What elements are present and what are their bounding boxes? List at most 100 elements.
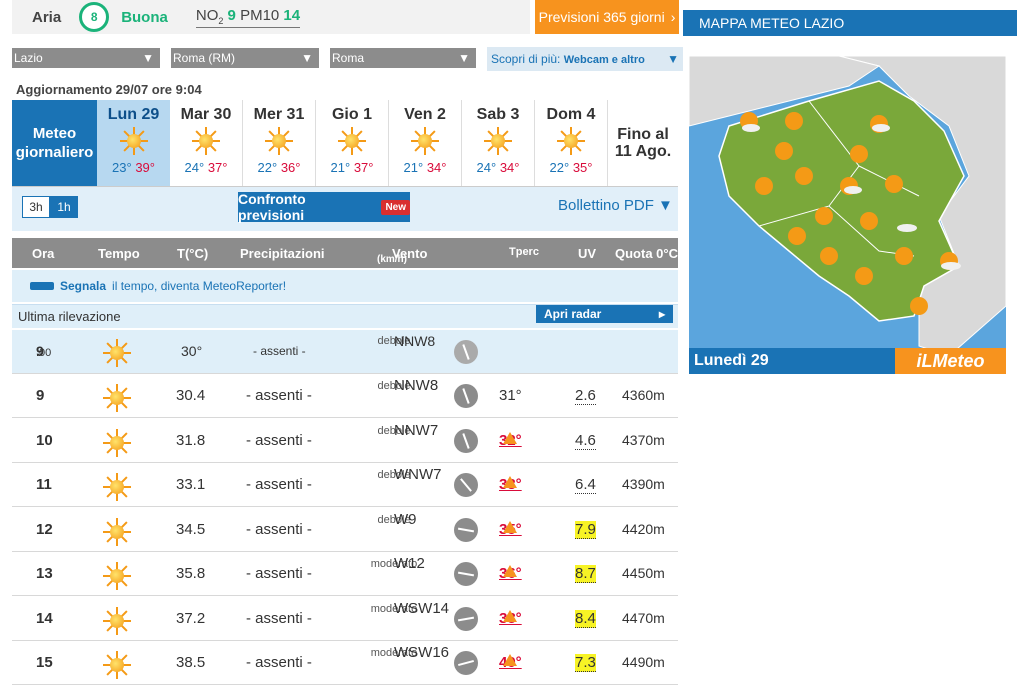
open-radar-button[interactable]: Apri radar ▸	[536, 305, 673, 323]
sunny-icon	[191, 126, 221, 156]
row-wind-value: NNW7	[394, 421, 439, 439]
pm10-value: 14	[283, 6, 301, 24]
wind-direction-icon	[454, 517, 478, 542]
city-select[interactable]: Roma ▼	[330, 48, 476, 68]
row-precip: - assenti -	[246, 431, 312, 449]
step-3h-button[interactable]: 3h	[22, 196, 50, 218]
extended-line-2: 11 Ago.	[614, 143, 672, 160]
temp-min: 22°	[257, 160, 278, 175]
sunny-icon	[102, 383, 132, 413]
col-wind: Vento (km/h)	[377, 240, 427, 266]
temp-min: 22°	[549, 160, 570, 175]
map-title: MAPPA METEO LAZIO	[683, 10, 1017, 36]
col-temp: T(°C)	[177, 246, 209, 261]
row-quota: 4390m	[622, 476, 665, 492]
lazio-weather-map[interactable]	[689, 56, 1006, 374]
col-precip: Precipitazioni	[240, 246, 325, 261]
day-card[interactable]: Sab 3 24° 34°	[462, 100, 535, 186]
warning-icon	[503, 609, 517, 622]
hourly-row: 12 34.5 - assenti - W9 debole 35° 7.9 442…	[12, 508, 678, 552]
compare-forecasts-button[interactable]: Confronto previsioni New	[238, 191, 410, 223]
row-wind: NNW8 debole	[362, 378, 438, 393]
air-index-badge: 8	[79, 2, 110, 32]
discover-more-select[interactable]: Scopri di più: Webcam e altro ▼	[487, 47, 683, 71]
col-ora: Ora	[32, 246, 55, 261]
day-card[interactable]: Mer 31 22° 36°	[243, 100, 316, 186]
row-temp: 31.8	[176, 431, 206, 449]
daily-tab[interactable]: Meteo giornaliero	[12, 100, 97, 186]
day-name: Gio 1	[331, 106, 372, 123]
sunny-icon	[102, 428, 132, 458]
sunny-icon	[119, 126, 149, 156]
row-wind: NNW7 debole	[362, 423, 438, 438]
dropdown-arrow-icon: ▼	[667, 52, 679, 66]
row-hour: 13	[36, 565, 53, 582]
sunny-icon	[102, 561, 132, 591]
day-card[interactable]: Gio 1 21° 37°	[316, 100, 389, 186]
pollutants-link[interactable]: NO2 9 PM10 14	[195, 6, 301, 28]
temp-min: 24°	[184, 160, 205, 175]
daily-forecast-strip: Meteo giornaliero Lun 29 23° 39° Mar 30 24…	[12, 100, 678, 187]
daily-label-1: Meteo	[32, 125, 77, 142]
col-tperc: Tperc	[509, 246, 539, 258]
report-bold: Segnala	[60, 279, 107, 293]
row-uv[interactable]: 8.7	[575, 565, 596, 583]
day-card[interactable]: Ven 2 21° 34°	[389, 100, 462, 186]
row-uv[interactable]: 4.6	[575, 432, 596, 450]
sunny-icon	[102, 338, 132, 368]
row-uv[interactable]: 7.3	[575, 654, 596, 672]
extended-forecast-link[interactable]: Fino al 11 Ago.	[608, 100, 678, 186]
col-tempo: Tempo	[98, 246, 140, 261]
hourly-row: 10 31.8 - assenti - NNW7 debole 32° 4.6 4…	[12, 419, 678, 463]
sunny-icon	[483, 126, 513, 156]
hourly-table-header: Ora Tempo T(°C) Precipitazioni Vento (km/…	[12, 238, 678, 268]
region-select[interactable]: Lazio ▼	[12, 48, 160, 68]
days-list: Lun 29 23° 39° Mar 30 24° 37° Mer 31 22° 3…	[97, 100, 608, 186]
discover-label: Scopri di più:	[491, 52, 561, 66]
sunny-icon	[410, 126, 440, 156]
row-uv[interactable]: 8.4	[575, 609, 596, 628]
wind-direction-icon	[454, 562, 478, 586]
temp-max: 37°	[353, 160, 374, 175]
report-weather-link[interactable]: Segnala il tempo, diventa MeteoReporter!	[12, 270, 678, 302]
wind-direction-icon	[454, 384, 478, 408]
day-name: Ven 2	[404, 106, 446, 123]
new-badge: New	[381, 199, 410, 215]
row-uv[interactable]: 6.4	[575, 476, 596, 494]
row-hour: 9	[36, 387, 45, 404]
row-wind-value: WNW7	[394, 466, 442, 483]
row-uv[interactable]: 2.6	[575, 387, 596, 405]
compare-label: Confronto previsioni	[238, 191, 306, 223]
row-hour: 11	[36, 476, 52, 493]
day-card[interactable]: Lun 29 23° 39°	[97, 100, 170, 186]
forecast-365-label: Previsioni 365 giorni	[538, 9, 665, 25]
province-select[interactable]: Roma (RM) ▼	[171, 48, 319, 68]
current-hour: 9:00	[36, 343, 51, 359]
row-quota: 4360m	[622, 387, 665, 403]
step-1h-button[interactable]: 1h	[50, 196, 78, 218]
row-hour: 14	[36, 609, 53, 627]
sunny-icon	[102, 517, 132, 547]
row-quota: 4420m	[622, 520, 665, 537]
row-wind-value: WSW14	[394, 599, 450, 617]
row-uv[interactable]: 7.9	[575, 520, 596, 539]
current-observation-row: 9:00 30° - assenti - NNW8 debole	[12, 330, 678, 374]
col-quota: Quota 0°C	[615, 246, 678, 261]
row-quota: 4450m	[622, 565, 665, 581]
row-precip: - assenti -	[246, 654, 312, 671]
forecast-365-button[interactable]: Previsioni 365 giorni ›	[535, 0, 679, 34]
report-text: il tempo, diventa MeteoReporter!	[112, 279, 287, 293]
day-card[interactable]: Dom 4 22° 35°	[535, 100, 608, 186]
day-temps: 22° 35°	[550, 160, 593, 175]
day-card[interactable]: Mar 30 24° 37°	[170, 100, 243, 186]
day-name: Lun 29	[107, 106, 160, 123]
day-temps: 21° 37°	[331, 160, 374, 175]
current-hour-value: 9	[36, 343, 44, 359]
flag-icon	[30, 282, 54, 290]
pdf-bulletin-link[interactable]: Bollettino PDF ▼	[558, 197, 673, 214]
sunny-icon	[264, 126, 294, 156]
hourly-row: 15 38.5 - assenti - WSW16 moderato 40° 7.…	[12, 641, 678, 685]
current-temp: 30°	[181, 343, 203, 359]
row-wind: WSW16 moderato	[362, 645, 449, 660]
row-temp: 37.2	[176, 609, 206, 627]
